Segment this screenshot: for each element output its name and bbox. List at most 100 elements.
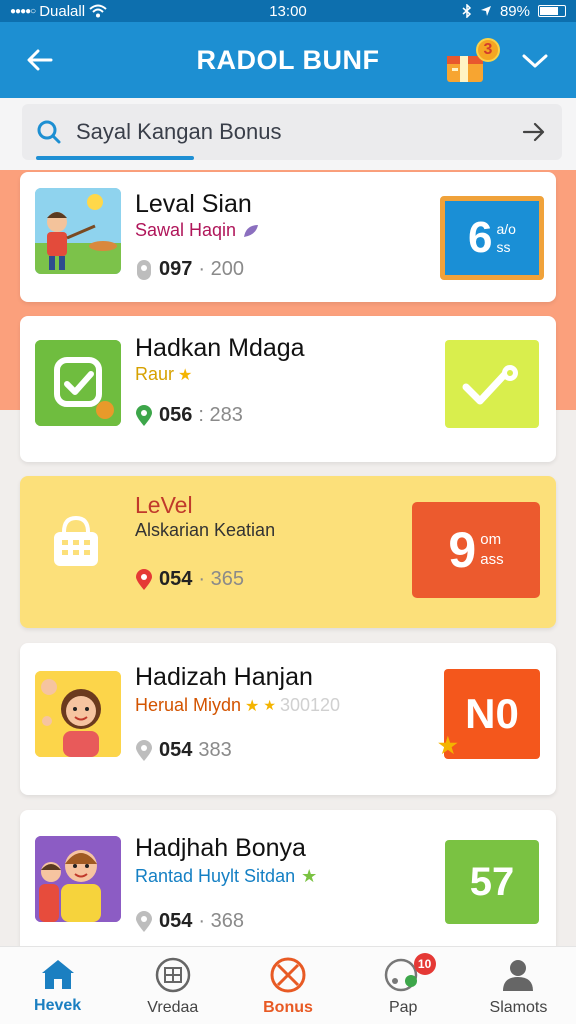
card-subtitle-text: Herual Miydn xyxy=(135,695,242,715)
star-icon: ★ xyxy=(245,697,260,715)
nav-item-profile[interactable]: Slamots xyxy=(461,947,576,1024)
card-thumbnail xyxy=(35,671,121,757)
card-meta: 054 · 368 xyxy=(135,910,244,933)
card-meta: 054 383 xyxy=(135,739,232,762)
badge-value: 9 xyxy=(448,522,477,578)
card-title: Hadizah Hanjan xyxy=(135,663,313,691)
star-icon: ★ xyxy=(178,366,193,384)
battery-icon xyxy=(538,5,566,17)
card-badge xyxy=(445,340,539,428)
card-thumbnail xyxy=(35,340,121,426)
card-meta: 097 · 200 xyxy=(135,258,244,281)
star-icon: ★ xyxy=(438,733,458,758)
leaf-icon xyxy=(244,224,259,237)
card-count: 054 xyxy=(159,568,193,590)
bluetooth-icon xyxy=(462,4,472,18)
card-title: Leval Sian xyxy=(135,190,252,218)
bonus-card-1[interactable]: Leval Sian Sawal Haqin 097 · 200 6 a/o s… xyxy=(20,172,556,302)
search-input[interactable]: Sayal Kangan Bonus xyxy=(22,104,562,160)
badge-top: om xyxy=(480,531,502,548)
basket-icon xyxy=(54,515,98,566)
nav-label: Hevek xyxy=(34,997,82,1014)
grid-icon xyxy=(155,957,191,993)
search-text: Sayal Kangan Bonus xyxy=(76,119,282,144)
card-points: : 283 xyxy=(198,404,243,426)
card-meta: 054 · 365 xyxy=(135,568,244,591)
badge-bottom: ass xyxy=(480,551,504,568)
card-subtitle-text: Sawal Haqin xyxy=(135,220,237,240)
basket-icon-wrap xyxy=(50,514,102,575)
card-count: 054 xyxy=(159,910,193,932)
card-subtitle: Sawal Haqin xyxy=(135,220,260,241)
card-badge: 9 om ass xyxy=(412,502,540,598)
nav-item-bonus[interactable]: Bonus xyxy=(230,947,345,1024)
search-underline xyxy=(36,156,194,160)
nav-item-grid[interactable]: Vredaa xyxy=(115,947,230,1024)
bonus-card-3[interactable]: LeVel Alskarian Keatian 054 · 365 9 om a… xyxy=(20,476,556,628)
card-badge: 57 xyxy=(445,840,539,924)
star-icon-2: ★ xyxy=(263,697,276,713)
card-badge: N0 ★ xyxy=(438,669,540,759)
girl-avatar-illustration xyxy=(35,671,121,757)
pin-icon xyxy=(136,404,152,426)
card-count: 054 xyxy=(159,739,193,761)
pin-icon xyxy=(136,910,152,932)
card-subtitle: Herual Miydn ★ ★ 300120 xyxy=(135,695,340,716)
nav-label: Bonus xyxy=(263,999,313,1016)
search-icon xyxy=(37,120,61,144)
battery-percent: 89% xyxy=(499,2,530,20)
nav-label: Slamots xyxy=(489,999,548,1016)
key-check-icon xyxy=(462,365,518,405)
card-meta: 056 : 283 xyxy=(135,404,243,427)
gift-button[interactable]: 3 xyxy=(444,38,500,86)
card-points: 383 xyxy=(198,739,232,761)
card-thumbnail xyxy=(35,188,121,274)
badge-value: 57 xyxy=(469,859,515,904)
nav-label: Vredaa xyxy=(147,999,199,1016)
notification-badge: 10 xyxy=(413,953,436,975)
card-badge: 6 a/o ss xyxy=(440,196,544,280)
carrier-name: Dualall xyxy=(39,2,86,20)
pin-icon xyxy=(136,739,152,761)
wifi-icon xyxy=(89,4,107,18)
card-count: 097 xyxy=(159,258,193,280)
kids-illustration xyxy=(35,836,121,922)
home-icon xyxy=(41,960,74,989)
bonus-card-5[interactable]: Hadjhah Bonya Rantad Huylt Sitdan ★ 054 … xyxy=(20,810,556,960)
location-icon xyxy=(480,6,491,16)
nav-item-chat[interactable]: 10 Pap xyxy=(346,947,461,1024)
card-subtitle: Rantad Huylt Sitdan ★ xyxy=(135,866,317,887)
card-count: 056 xyxy=(159,404,193,426)
card-points: · 200 xyxy=(198,258,244,280)
card-subtitle: Raur ★ xyxy=(135,364,192,385)
app-bar: RADOL BUNF 3 xyxy=(0,22,576,98)
status-bar: ●●●●○ Dualall 13:00 89% xyxy=(0,0,576,22)
arrow-right-icon[interactable] xyxy=(522,122,546,142)
badge-value: N0 xyxy=(465,690,519,737)
card-extra: 300120 xyxy=(279,695,341,715)
card-title: LeVel xyxy=(135,492,193,518)
nav-item-home[interactable]: Hevek xyxy=(0,947,115,1024)
bonus-icon xyxy=(270,957,306,993)
star-icon: ★ xyxy=(301,866,318,886)
card-thumbnail xyxy=(35,836,121,922)
dropdown-button[interactable] xyxy=(518,44,552,78)
back-button[interactable] xyxy=(22,42,58,78)
card-subtitle: Alskarian Keatian xyxy=(135,520,276,540)
arrow-left-icon xyxy=(27,49,53,71)
bonus-card-4[interactable]: Hadizah Hanjan Herual Miydn ★ ★ 300120 0… xyxy=(20,643,556,795)
chevron-down-icon xyxy=(522,54,548,68)
profile-icon xyxy=(503,960,534,991)
card-points: · 365 xyxy=(198,568,244,590)
bottom-nav: Hevek Vredaa Bonus 10 Pap Slamots xyxy=(0,946,576,1024)
card-points: · 368 xyxy=(198,910,244,932)
kid-painting-illustration xyxy=(35,188,121,274)
badge-bottom: ss xyxy=(496,239,511,255)
card-title: Hadjhah Bonya xyxy=(135,834,306,862)
card-subtitle-text: Rantad Huylt Sitdan xyxy=(135,866,296,886)
search-bar: Sayal Kangan Bonus xyxy=(0,98,576,170)
bonus-card-2[interactable]: Hadkan Mdaga Raur ★ 056 : 283 xyxy=(20,316,556,462)
signal-icon: ●●●●○ xyxy=(10,5,36,17)
badge-value: 6 xyxy=(468,213,493,262)
shield-check-icon xyxy=(35,340,121,426)
